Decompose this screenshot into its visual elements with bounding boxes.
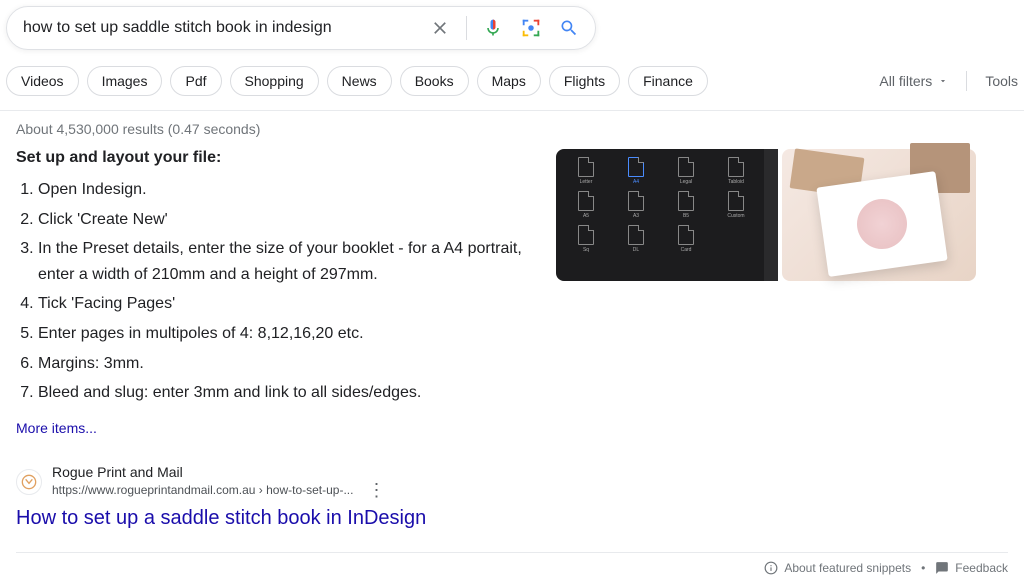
result-stats: About 4,530,000 results (0.47 seconds) — [16, 121, 1008, 137]
feedback-link[interactable]: Feedback — [935, 561, 1008, 575]
chip-books[interactable]: Books — [400, 66, 469, 96]
chip-videos[interactable]: Videos — [6, 66, 79, 96]
step-item: Open Indesign. — [38, 177, 536, 203]
source-url: https://www.rogueprintandmail.com.au › h… — [52, 483, 353, 497]
all-filters-label: All filters — [879, 73, 932, 89]
about-snippets-link[interactable]: About featured snippets — [764, 561, 911, 575]
chip-images[interactable]: Images — [87, 66, 163, 96]
more-options-icon[interactable]: ⋮ — [359, 480, 393, 501]
step-item: Click 'Create New' — [38, 207, 536, 233]
search-icon[interactable] — [557, 16, 581, 40]
step-item: Tick 'Facing Pages' — [38, 291, 536, 317]
search-bar[interactable] — [6, 6, 596, 50]
divider — [0, 110, 1024, 111]
result-title-link[interactable]: How to set up a saddle stitch book in In… — [16, 507, 536, 530]
lens-icon[interactable] — [519, 16, 543, 40]
filter-row: Videos Images Pdf Shopping News Books Ma… — [0, 50, 1024, 106]
step-item: Bleed and slug: enter 3mm and link to al… — [38, 380, 536, 406]
mic-icon[interactable] — [481, 16, 505, 40]
thumbnail-book-mockup — [782, 149, 976, 281]
search-input[interactable] — [23, 19, 428, 37]
chip-finance[interactable]: Finance — [628, 66, 708, 96]
all-filters-button[interactable]: All filters — [879, 73, 948, 89]
chip-shopping[interactable]: Shopping — [230, 66, 319, 96]
source-name: Rogue Print and Mail — [52, 464, 393, 480]
info-icon — [764, 561, 778, 575]
dot-separator: • — [921, 561, 925, 575]
chevron-down-icon — [938, 76, 948, 86]
more-items-link[interactable]: More items... — [16, 420, 536, 436]
separator — [466, 16, 467, 40]
step-item: In the Preset details, enter the size of… — [38, 236, 536, 287]
feedback-icon — [935, 561, 949, 575]
feedback-label: Feedback — [955, 561, 1008, 575]
chip-pdf[interactable]: Pdf — [170, 66, 221, 96]
clear-icon[interactable] — [428, 16, 452, 40]
snippet-thumbnails[interactable]: Letter A4 Legal Tabloid A5 A3 B5 Custom … — [556, 149, 976, 281]
snippet-steps: Open Indesign. Click 'Create New' In the… — [16, 177, 536, 406]
snippet-heading: Set up and layout your file: — [16, 149, 536, 167]
chip-flights[interactable]: Flights — [549, 66, 620, 96]
tools-button[interactable]: Tools — [985, 73, 1018, 89]
about-snippets-label: About featured snippets — [784, 561, 911, 575]
chip-maps[interactable]: Maps — [477, 66, 541, 96]
step-item: Enter pages in multipoles of 4: 8,12,16,… — [38, 321, 536, 347]
favicon — [16, 469, 42, 495]
chip-news[interactable]: News — [327, 66, 392, 96]
separator — [966, 71, 967, 91]
step-item: Margins: 3mm. — [38, 351, 536, 377]
snippet-footer: About featured snippets • Feedback — [0, 553, 1024, 583]
thumbnail-indesign-presets: Letter A4 Legal Tabloid A5 A3 B5 Custom … — [556, 149, 778, 281]
